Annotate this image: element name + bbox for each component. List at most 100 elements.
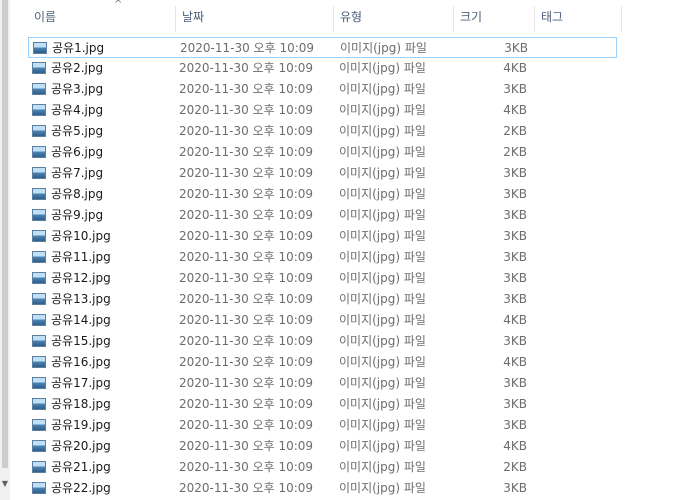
file-size: 3KB	[503, 397, 527, 411]
file-size: 3KB	[504, 41, 528, 55]
file-date: 2020-11-30 오후 10:09	[179, 145, 314, 159]
file-row[interactable]: 공유6.jpg 2020-11-30 오후 10:09 이미지(jpg) 파일 2KB	[28, 142, 617, 163]
image-file-icon	[32, 377, 46, 389]
file-name: 공유21.jpg	[51, 460, 111, 474]
image-file-icon	[32, 230, 46, 242]
file-type: 이미지(jpg) 파일	[339, 250, 426, 264]
file-size: 3KB	[503, 376, 527, 390]
file-row[interactable]: 공유11.jpg 2020-11-30 오후 10:09 이미지(jpg) 파일 3K…	[28, 247, 617, 268]
file-row[interactable]: 공유9.jpg 2020-11-30 오후 10:09 이미지(jpg) 파일 3KB	[28, 205, 617, 226]
image-file-icon	[32, 125, 46, 137]
column-divider[interactable]	[621, 6, 622, 32]
file-name-cell: 공유17.jpg	[32, 373, 111, 394]
file-type: 이미지(jpg) 파일	[339, 166, 426, 180]
file-row[interactable]: 공유14.jpg 2020-11-30 오후 10:09 이미지(jpg) 파일 4K…	[28, 310, 617, 331]
column-header-size-label: 크기	[460, 10, 483, 24]
file-row[interactable]: 공유10.jpg 2020-11-30 오후 10:09 이미지(jpg) 파일 3K…	[28, 226, 617, 247]
file-row[interactable]: 공유15.jpg 2020-11-30 오후 10:09 이미지(jpg) 파일 3K…	[28, 331, 617, 352]
image-file-icon	[32, 272, 46, 284]
file-row[interactable]: 공유21.jpg 2020-11-30 오후 10:09 이미지(jpg) 파일 2K…	[28, 457, 617, 478]
image-file-icon	[32, 251, 46, 263]
file-size: 3KB	[503, 187, 527, 201]
file-type: 이미지(jpg) 파일	[339, 271, 426, 285]
file-date: 2020-11-30 오후 10:09	[179, 334, 314, 348]
file-date: 2020-11-30 오후 10:09	[179, 187, 314, 201]
file-row[interactable]: 공유8.jpg 2020-11-30 오후 10:09 이미지(jpg) 파일 3KB	[28, 184, 617, 205]
file-name: 공유15.jpg	[51, 334, 111, 348]
file-date: 2020-11-30 오후 10:09	[179, 103, 314, 117]
file-name: 공유20.jpg	[51, 439, 111, 453]
file-type: 이미지(jpg) 파일	[339, 481, 426, 495]
file-name: 공유1.jpg	[52, 41, 105, 55]
file-type: 이미지(jpg) 파일	[339, 334, 426, 348]
file-size: 3KB	[503, 271, 527, 285]
file-type: 이미지(jpg) 파일	[339, 61, 426, 75]
file-size: 2KB	[503, 124, 527, 138]
file-date: 2020-11-30 오후 10:09	[179, 250, 314, 264]
column-header-date[interactable]: 날짜	[176, 0, 334, 34]
file-size: 3KB	[503, 292, 527, 306]
file-size: 3KB	[503, 250, 527, 264]
file-date: 2020-11-30 오후 10:09	[179, 82, 314, 96]
image-file-icon	[32, 440, 46, 452]
scroll-down-arrow-icon[interactable]: ▼	[1, 480, 9, 488]
file-name-cell: 공유1.jpg	[33, 38, 104, 59]
file-date: 2020-11-30 오후 10:09	[179, 355, 314, 369]
file-row[interactable]: 공유12.jpg 2020-11-30 오후 10:09 이미지(jpg) 파일 3K…	[28, 268, 617, 289]
file-name-cell: 공유16.jpg	[32, 352, 111, 373]
file-row[interactable]: 공유18.jpg 2020-11-30 오후 10:09 이미지(jpg) 파일 3K…	[28, 394, 617, 415]
file-name: 공유7.jpg	[51, 166, 104, 180]
file-row[interactable]: 공유19.jpg 2020-11-30 오후 10:09 이미지(jpg) 파일 3K…	[28, 415, 617, 436]
file-name-cell: 공유22.jpg	[32, 478, 111, 499]
file-type: 이미지(jpg) 파일	[339, 313, 426, 327]
file-name: 공유6.jpg	[51, 145, 104, 159]
file-row[interactable]: 공유13.jpg 2020-11-30 오후 10:09 이미지(jpg) 파일 3K…	[28, 289, 617, 310]
file-row[interactable]: 공유2.jpg 2020-11-30 오후 10:09 이미지(jpg) 파일 4KB	[28, 58, 617, 79]
scrollbar-thumb[interactable]	[2, 0, 8, 468]
column-header-tags[interactable]: 태그	[535, 0, 622, 34]
column-header-name[interactable]: 이름 ^	[28, 0, 176, 34]
file-row[interactable]: 공유20.jpg 2020-11-30 오후 10:09 이미지(jpg) 파일 4K…	[28, 436, 617, 457]
column-header-type[interactable]: 유형	[334, 0, 454, 34]
file-type: 이미지(jpg) 파일	[339, 439, 426, 453]
file-row[interactable]: 공유4.jpg 2020-11-30 오후 10:09 이미지(jpg) 파일 4KB	[28, 100, 617, 121]
file-type: 이미지(jpg) 파일	[339, 355, 426, 369]
file-name-cell: 공유9.jpg	[32, 205, 103, 226]
file-name-cell: 공유6.jpg	[32, 142, 103, 163]
file-name: 공유3.jpg	[51, 82, 104, 96]
file-date: 2020-11-30 오후 10:09	[179, 439, 314, 453]
file-size: 2KB	[503, 460, 527, 474]
file-name-cell: 공유5.jpg	[32, 121, 103, 142]
file-row[interactable]: 공유1.jpg 2020-11-30 오후 10:09 이미지(jpg) 파일 3KB	[28, 37, 617, 58]
file-name: 공유12.jpg	[51, 271, 111, 285]
file-name-cell: 공유18.jpg	[32, 394, 111, 415]
file-row[interactable]: 공유7.jpg 2020-11-30 오후 10:09 이미지(jpg) 파일 3KB	[28, 163, 617, 184]
file-name-cell: 공유15.jpg	[32, 331, 111, 352]
image-file-icon	[32, 356, 46, 368]
column-header-name-label: 이름	[34, 10, 57, 24]
file-name-cell: 공유13.jpg	[32, 289, 111, 310]
file-name-cell: 공유20.jpg	[32, 436, 111, 457]
file-row[interactable]: 공유3.jpg 2020-11-30 오후 10:09 이미지(jpg) 파일 3KB	[28, 79, 617, 100]
file-type: 이미지(jpg) 파일	[339, 229, 426, 243]
column-header-size[interactable]: 크기	[454, 0, 535, 34]
file-date: 2020-11-30 오후 10:09	[179, 292, 314, 306]
file-type: 이미지(jpg) 파일	[339, 292, 426, 306]
file-name: 공유11.jpg	[51, 250, 111, 264]
file-name-cell: 공유8.jpg	[32, 184, 103, 205]
file-date: 2020-11-30 오후 10:09	[179, 397, 314, 411]
file-name-cell: 공유7.jpg	[32, 163, 103, 184]
file-row[interactable]: 공유17.jpg 2020-11-30 오후 10:09 이미지(jpg) 파일 3K…	[28, 373, 617, 394]
file-size: 3KB	[503, 334, 527, 348]
image-file-icon	[32, 419, 46, 431]
vertical-scrollbar[interactable]: ▼	[0, 0, 10, 500]
file-row[interactable]: 공유5.jpg 2020-11-30 오후 10:09 이미지(jpg) 파일 2KB	[28, 121, 617, 142]
file-date: 2020-11-30 오후 10:09	[180, 41, 315, 55]
file-row[interactable]: 공유22.jpg 2020-11-30 오후 10:09 이미지(jpg) 파일 3K…	[28, 478, 617, 499]
image-file-icon	[32, 314, 46, 326]
file-type: 이미지(jpg) 파일	[339, 187, 426, 201]
file-row[interactable]: 공유16.jpg 2020-11-30 오후 10:09 이미지(jpg) 파일 4K…	[28, 352, 617, 373]
image-file-icon	[32, 293, 46, 305]
file-name-cell: 공유19.jpg	[32, 415, 111, 436]
file-name: 공유13.jpg	[51, 292, 111, 306]
